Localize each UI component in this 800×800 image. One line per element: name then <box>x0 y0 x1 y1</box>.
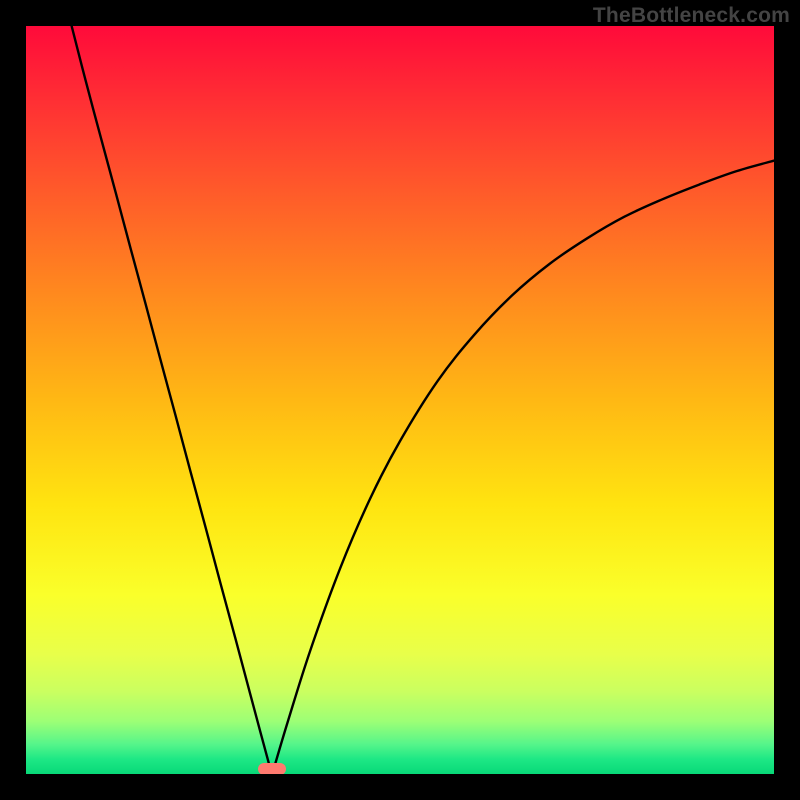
optimum-marker <box>258 763 286 774</box>
watermark-label: TheBottleneck.com <box>593 4 790 28</box>
plot-area <box>26 26 774 774</box>
bottleneck-curve <box>26 26 774 774</box>
chart-frame: TheBottleneck.com <box>0 0 800 800</box>
